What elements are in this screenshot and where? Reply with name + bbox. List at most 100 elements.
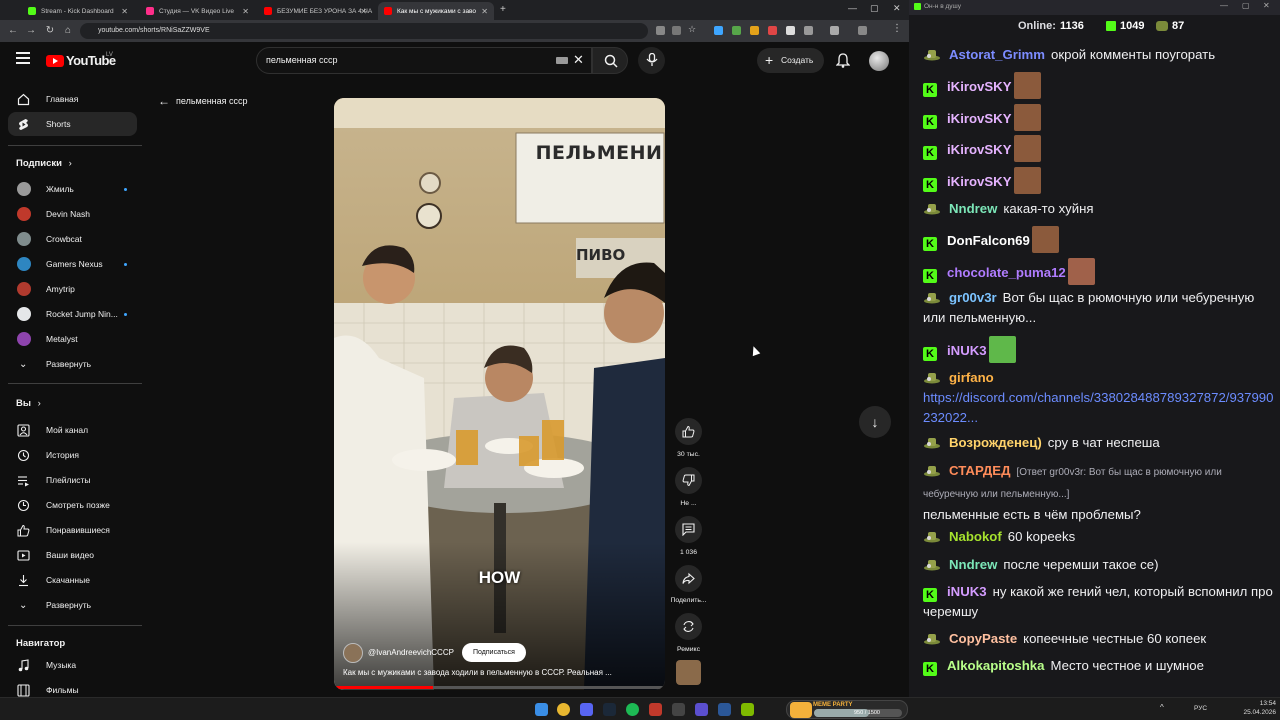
reload-icon[interactable]: ↻	[44, 25, 56, 36]
sidebar-item-downloads[interactable]: Скачанные	[8, 568, 137, 592]
like-button[interactable]	[675, 418, 702, 445]
chat-username[interactable]: iKirovSKY	[947, 142, 1012, 157]
chat-username[interactable]: CopyPaste	[949, 631, 1017, 646]
sidebar-item-music[interactable]: Музыка	[8, 653, 137, 677]
chrome-icon[interactable]	[557, 703, 570, 716]
extension-icon[interactable]	[732, 26, 741, 35]
sidebar-item-your-videos[interactable]: Ваши видео	[8, 543, 137, 567]
chat-username[interactable]: СТАРДЕД	[949, 463, 1011, 478]
minimize-icon[interactable]: —	[1220, 1, 1228, 10]
sidebar-item-home[interactable]: Главная	[8, 87, 137, 111]
sidebar-sub-amytrip[interactable]: Amytrip	[8, 277, 137, 301]
chat-link[interactable]: https://discord.com/channels/33802848878…	[923, 390, 1273, 425]
chat-username[interactable]: iKirovSKY	[947, 111, 1012, 126]
progress-track[interactable]	[334, 686, 665, 689]
app-icon[interactable]	[741, 703, 754, 716]
chat-username[interactable]: Возрожденец)	[949, 435, 1042, 450]
tab-vk-studio[interactable]: Студия — VK Видео Live ✕	[140, 2, 255, 20]
app-icon[interactable]	[718, 703, 731, 716]
profile-icon[interactable]	[858, 26, 867, 35]
channel-name[interactable]: @IvanAndreevichCCCP	[368, 648, 454, 657]
extension-icon[interactable]	[750, 26, 759, 35]
chat-username[interactable]: iKirovSKY	[947, 79, 1012, 94]
channel-avatar[interactable]	[343, 643, 363, 663]
app-icon[interactable]	[649, 703, 662, 716]
remix-button[interactable]	[675, 613, 702, 640]
chat-username[interactable]: chocolate_puma12	[947, 265, 1066, 280]
back-icon[interactable]: ←	[7, 25, 19, 36]
windows-start-icon[interactable]	[535, 703, 548, 716]
search-back-link[interactable]: ← Как мы с мужиками с завода ходили в пе…	[158, 94, 248, 108]
tab-youtube-active[interactable]: Как мы с мужиками с заво ✕	[378, 2, 494, 20]
close-window-icon[interactable]: ✕	[893, 3, 901, 14]
clock-time[interactable]: 13:54	[1252, 700, 1276, 707]
tray-arrow-icon[interactable]: ^	[1160, 703, 1164, 712]
sidebar-item-watch-later[interactable]: Смотреть позже	[8, 493, 137, 517]
close-window-icon[interactable]: ✕	[1263, 1, 1270, 10]
sidebar-item-history[interactable]: История	[8, 443, 137, 467]
sidebar-expand-you[interactable]: ⌄ Развернуть	[8, 593, 137, 617]
chat-username[interactable]: Nabokof	[949, 529, 1002, 544]
chat-username[interactable]: DonFalcon69	[947, 233, 1030, 248]
minimize-icon[interactable]: —	[848, 3, 857, 13]
clock-date[interactable]: 25.04.2026	[1238, 709, 1276, 716]
new-tab-icon[interactable]: +	[500, 4, 506, 15]
sidebar-sub-devin-nash[interactable]: Devin Nash	[8, 202, 137, 226]
chat-username[interactable]: Astorat_Grimm	[949, 47, 1045, 62]
sidebar-sub-metalyst[interactable]: Metalyst	[8, 327, 137, 351]
comments-button[interactable]	[675, 516, 702, 543]
subscribe-button[interactable]: Подписаться	[462, 643, 526, 662]
next-short-button[interactable]: ↓	[859, 406, 891, 438]
voice-search-button[interactable]	[638, 47, 665, 74]
sidebar-item-films[interactable]: Фильмы	[8, 678, 137, 697]
menu-dots-icon[interactable]: ⋮	[892, 23, 902, 34]
extension-icon[interactable]	[656, 26, 665, 35]
notifications-bell-icon[interactable]	[836, 53, 850, 68]
sidebar-sub-zhmil[interactable]: Жмиль	[8, 177, 137, 201]
chat-username[interactable]: iNUK3	[947, 343, 987, 358]
close-tab-icon[interactable]: ✕	[121, 7, 128, 16]
chat-username[interactable]: iNUK3	[947, 584, 987, 599]
close-tab-icon[interactable]: ✕	[242, 7, 249, 16]
subscriptions-header[interactable]: Подписки ›	[16, 158, 72, 169]
search-button[interactable]	[592, 47, 628, 74]
chat-username[interactable]: girfano	[949, 370, 994, 385]
clear-search-icon[interactable]: ✕	[573, 52, 584, 68]
hamburger-menu-icon[interactable]	[16, 52, 30, 64]
sidebar-expand-subscriptions[interactable]: ⌄ Развернуть	[8, 352, 137, 376]
extension-icon[interactable]	[804, 26, 813, 35]
discord-icon[interactable]	[580, 703, 593, 716]
sound-thumbnail[interactable]	[676, 660, 701, 685]
create-button[interactable]: + Создать	[757, 48, 824, 73]
sidebar-sub-crowbcat[interactable]: Crowbcat	[8, 227, 137, 251]
chat-username[interactable]: Nndrew	[949, 201, 997, 216]
extension-icon[interactable]	[786, 26, 795, 35]
shorts-video-player[interactable]: ПЕЛЬМЕНИ ПИВО HOW @IvanAndreevichCCCP По…	[334, 98, 665, 690]
video-title[interactable]: Как мы с мужиками с завода ходили в пель…	[343, 668, 653, 677]
chat-username[interactable]: iKirovSKY	[947, 174, 1012, 189]
steam-icon[interactable]	[603, 703, 616, 716]
chat-username[interactable]: Alkokapitoshka	[947, 658, 1044, 673]
maximize-icon[interactable]: ▢	[870, 3, 879, 14]
chat-username[interactable]: Nndrew	[949, 557, 997, 572]
extension-icon[interactable]	[714, 26, 723, 35]
tab-youtube-1[interactable]: БЕЗУМИЕ БЕЗ УРОНА ЗА 4 ЧА ✕	[258, 2, 373, 20]
downloads-icon[interactable]	[830, 26, 839, 35]
extension-icon[interactable]	[672, 26, 681, 35]
tab-kick-dashboard[interactable]: Stream - Kick Dashboard ✕	[22, 2, 134, 20]
sidebar-item-shorts[interactable]: Shorts	[8, 112, 137, 136]
close-tab-icon[interactable]: ✕	[360, 7, 367, 16]
app-icon[interactable]	[672, 703, 685, 716]
sidebar-item-my-channel[interactable]: Мой канал	[8, 418, 137, 442]
search-input[interactable]: пельменная ссср	[256, 47, 592, 74]
forward-icon[interactable]: →	[25, 25, 37, 36]
app-icon[interactable]	[695, 703, 708, 716]
dislike-button[interactable]	[675, 467, 702, 494]
extension-icon[interactable]	[768, 26, 777, 35]
sidebar-sub-rocket-jump[interactable]: Rocket Jump Nin...	[8, 302, 137, 326]
chat-username[interactable]: gr00v3r	[949, 290, 997, 305]
share-button[interactable]	[675, 565, 702, 592]
maximize-icon[interactable]: ▢	[1242, 1, 1250, 10]
sidebar-sub-gamers-nexus[interactable]: Gamers Nexus	[8, 252, 137, 276]
spotify-icon[interactable]	[626, 703, 639, 716]
